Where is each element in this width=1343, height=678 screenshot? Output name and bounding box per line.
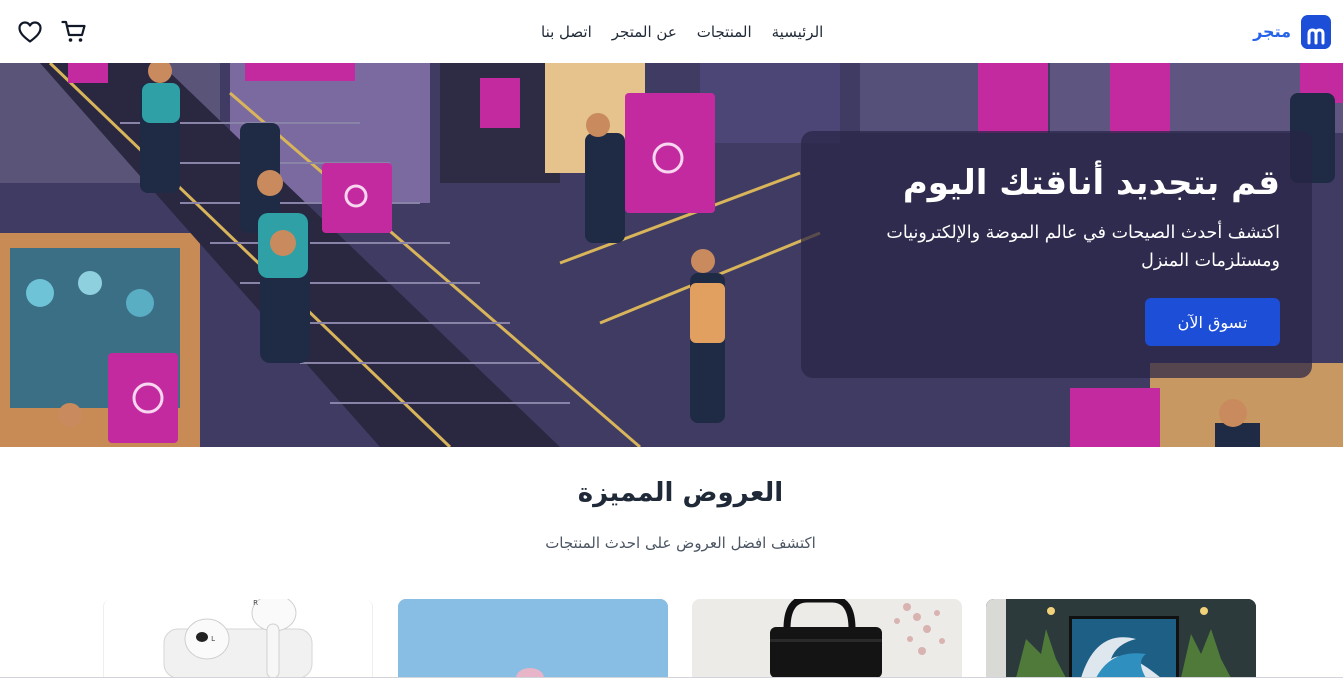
heart-icon[interactable]: [16, 18, 44, 46]
hero-title: قم بتجديد أناقتك اليوم: [902, 163, 1280, 203]
header-actions: [16, 18, 88, 46]
site-header: متجر الرئيسية المنتجات عن المتجر اتصل بن…: [0, 0, 1343, 63]
brand[interactable]: متجر: [1253, 14, 1331, 49]
svg-text:L: L: [211, 635, 215, 643]
brand-name: متجر: [1253, 22, 1291, 41]
product-card[interactable]: [986, 599, 1256, 678]
cart-icon[interactable]: [60, 18, 88, 46]
product-image: [986, 599, 1256, 678]
shopping-bag-icon: [1301, 14, 1331, 49]
svg-text:R: R: [253, 599, 258, 607]
nav-home[interactable]: الرئيسية: [772, 23, 824, 41]
product-image: [398, 599, 668, 678]
product-card[interactable]: [692, 599, 962, 678]
nav-contact[interactable]: اتصل بنا: [541, 23, 592, 41]
main-nav: الرئيسية المنتجات عن المتجر اتصل بنا: [541, 0, 823, 63]
hero-subtitle: اكتشف أحدث الصيحات في عالم الموضة والإلك…: [886, 223, 1280, 271]
shop-now-button[interactable]: تسوق الآن: [1145, 298, 1280, 346]
nav-about[interactable]: عن المتجر: [612, 23, 677, 41]
featured-subtitle: اكتشف افضل العروض على احدث المنتجات: [545, 534, 816, 552]
hero-text-panel: قم بتجديد أناقتك اليوم اكتشف أحدث الصيحا…: [801, 131, 1312, 378]
product-card[interactable]: L R: [103, 599, 373, 678]
nav-products[interactable]: المنتجات: [697, 23, 752, 41]
featured-title: العروض المميزة: [577, 478, 784, 508]
product-image: [692, 599, 962, 678]
hero-banner: قم بتجديد أناقتك اليوم اكتشف أحدث الصيحا…: [0, 63, 1343, 447]
product-image: L R: [104, 599, 372, 678]
product-card[interactable]: [398, 599, 668, 678]
featured-products: L R: [0, 599, 1343, 678]
